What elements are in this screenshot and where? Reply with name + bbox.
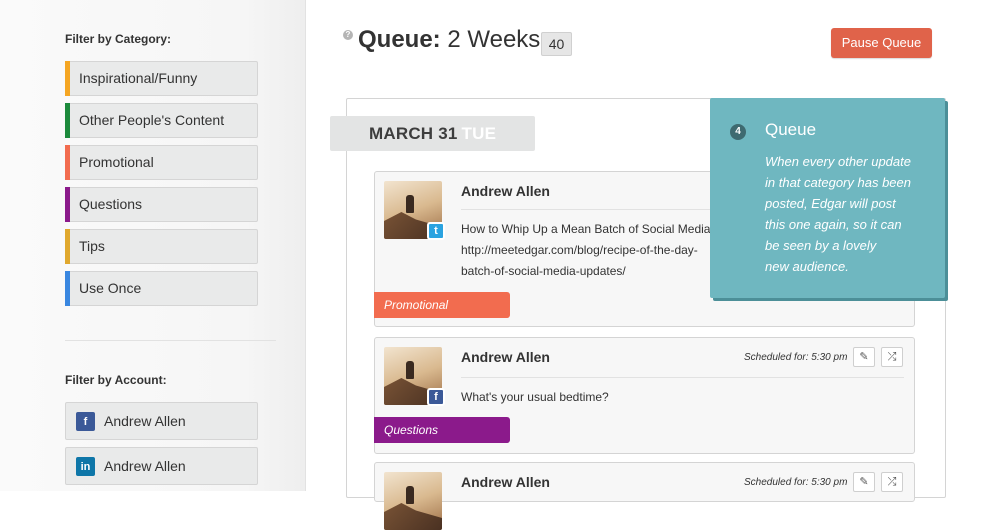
category-inspirational-funny[interactable]: Inspirational/Funny bbox=[65, 61, 258, 96]
post-author: Andrew Allen bbox=[461, 474, 550, 490]
category-label: Inspirational/Funny bbox=[79, 70, 198, 86]
tooltip-step-number: 4 bbox=[730, 124, 746, 140]
category-color-bar bbox=[65, 103, 70, 138]
tooltip-title: Queue bbox=[765, 120, 817, 139]
edit-post-button[interactable]: ✎ bbox=[853, 347, 875, 367]
category-color-bar bbox=[65, 271, 70, 306]
onboarding-tooltip: 4 Queue When every other update in that … bbox=[710, 98, 945, 298]
page-title-rest: 2 Weeks bbox=[440, 26, 541, 53]
facebook-icon: f bbox=[427, 388, 445, 406]
account-label: Andrew Allen bbox=[104, 413, 186, 429]
sidebar-divider bbox=[65, 340, 276, 341]
shuffle-post-button[interactable]: ⤮ bbox=[881, 347, 903, 367]
post-thumbnail bbox=[384, 472, 442, 530]
category-label: Other People's Content bbox=[79, 112, 225, 128]
category-color-bar bbox=[65, 229, 70, 264]
category-label: Use Once bbox=[79, 280, 142, 296]
account-filter-heading: Filter by Account: bbox=[65, 373, 167, 387]
scheduled-time: Scheduled for: 5:30 pm bbox=[744, 352, 848, 363]
tooltip-line: new audience. bbox=[765, 259, 849, 274]
date-label: MARCH 31 bbox=[369, 124, 458, 143]
tooltip-body: When every other update in that category… bbox=[765, 151, 935, 277]
post-separator bbox=[461, 377, 904, 378]
day-label: TUE bbox=[461, 124, 497, 143]
tooltip-line: this one again, so it can bbox=[765, 217, 902, 232]
sidebar: Filter by Category: Inspirational/Funny … bbox=[0, 0, 306, 491]
queue-post-card[interactable]: f Andrew Allen Scheduled for: 5:30 pm ✎ … bbox=[374, 337, 915, 454]
post-text-line: http://meetedgar.com/blog/recipe-of-the-… bbox=[461, 243, 698, 257]
category-other-peoples-content[interactable]: Other People's Content bbox=[65, 103, 258, 138]
date-banner: MARCH 31 TUE bbox=[330, 116, 535, 151]
category-color-bar bbox=[65, 187, 70, 222]
scheduled-time: Scheduled for: 5:30 pm bbox=[744, 477, 848, 488]
category-color-bar bbox=[65, 61, 70, 96]
pause-queue-button[interactable]: Pause Queue bbox=[831, 28, 932, 58]
category-filter-heading: Filter by Category: bbox=[65, 32, 172, 46]
post-text-line: What's your usual bedtime? bbox=[461, 390, 609, 404]
page-title: Queue: 2 Weeks bbox=[358, 26, 540, 54]
tooltip-line: in that category has been bbox=[765, 175, 911, 190]
queue-count-badge: 40 bbox=[541, 32, 572, 56]
tooltip-line: posted, Edgar will post bbox=[765, 196, 896, 211]
account-filter-facebook[interactable]: f Andrew Allen bbox=[65, 402, 258, 440]
post-category-tag: Promotional bbox=[374, 292, 510, 318]
category-promotional[interactable]: Promotional bbox=[65, 145, 258, 180]
category-label: Promotional bbox=[79, 154, 154, 170]
post-text-line: batch-of-social-media-updates/ bbox=[461, 264, 626, 278]
help-icon[interactable]: ? bbox=[343, 30, 353, 40]
category-questions[interactable]: Questions bbox=[65, 187, 258, 222]
shuffle-post-button[interactable]: ⤮ bbox=[881, 472, 903, 492]
category-label: Questions bbox=[79, 196, 143, 212]
twitter-icon: t bbox=[427, 222, 445, 240]
category-label: Tips bbox=[79, 238, 105, 254]
post-text-line: How to Whip Up a Mean Batch of Social Me… bbox=[461, 222, 711, 236]
account-label: Andrew Allen bbox=[104, 458, 186, 474]
queue-post-card[interactable]: Andrew Allen Scheduled for: 5:30 pm ✎ ⤮ bbox=[374, 462, 915, 530]
post-category-tag: Questions bbox=[374, 417, 510, 443]
tooltip-line: be seen by a lovely bbox=[765, 238, 877, 253]
category-color-bar bbox=[65, 145, 70, 180]
page-title-bold: Queue: bbox=[358, 26, 441, 53]
post-author: Andrew Allen bbox=[461, 183, 550, 199]
account-filter-linkedin[interactable]: in Andrew Allen bbox=[65, 447, 258, 485]
category-use-once[interactable]: Use Once bbox=[65, 271, 258, 306]
tooltip-line: When every other update bbox=[765, 154, 911, 169]
facebook-icon: f bbox=[76, 412, 95, 431]
linkedin-icon: in bbox=[76, 457, 95, 476]
post-author: Andrew Allen bbox=[461, 349, 550, 365]
edit-post-button[interactable]: ✎ bbox=[853, 472, 875, 492]
category-tips[interactable]: Tips bbox=[65, 229, 258, 264]
